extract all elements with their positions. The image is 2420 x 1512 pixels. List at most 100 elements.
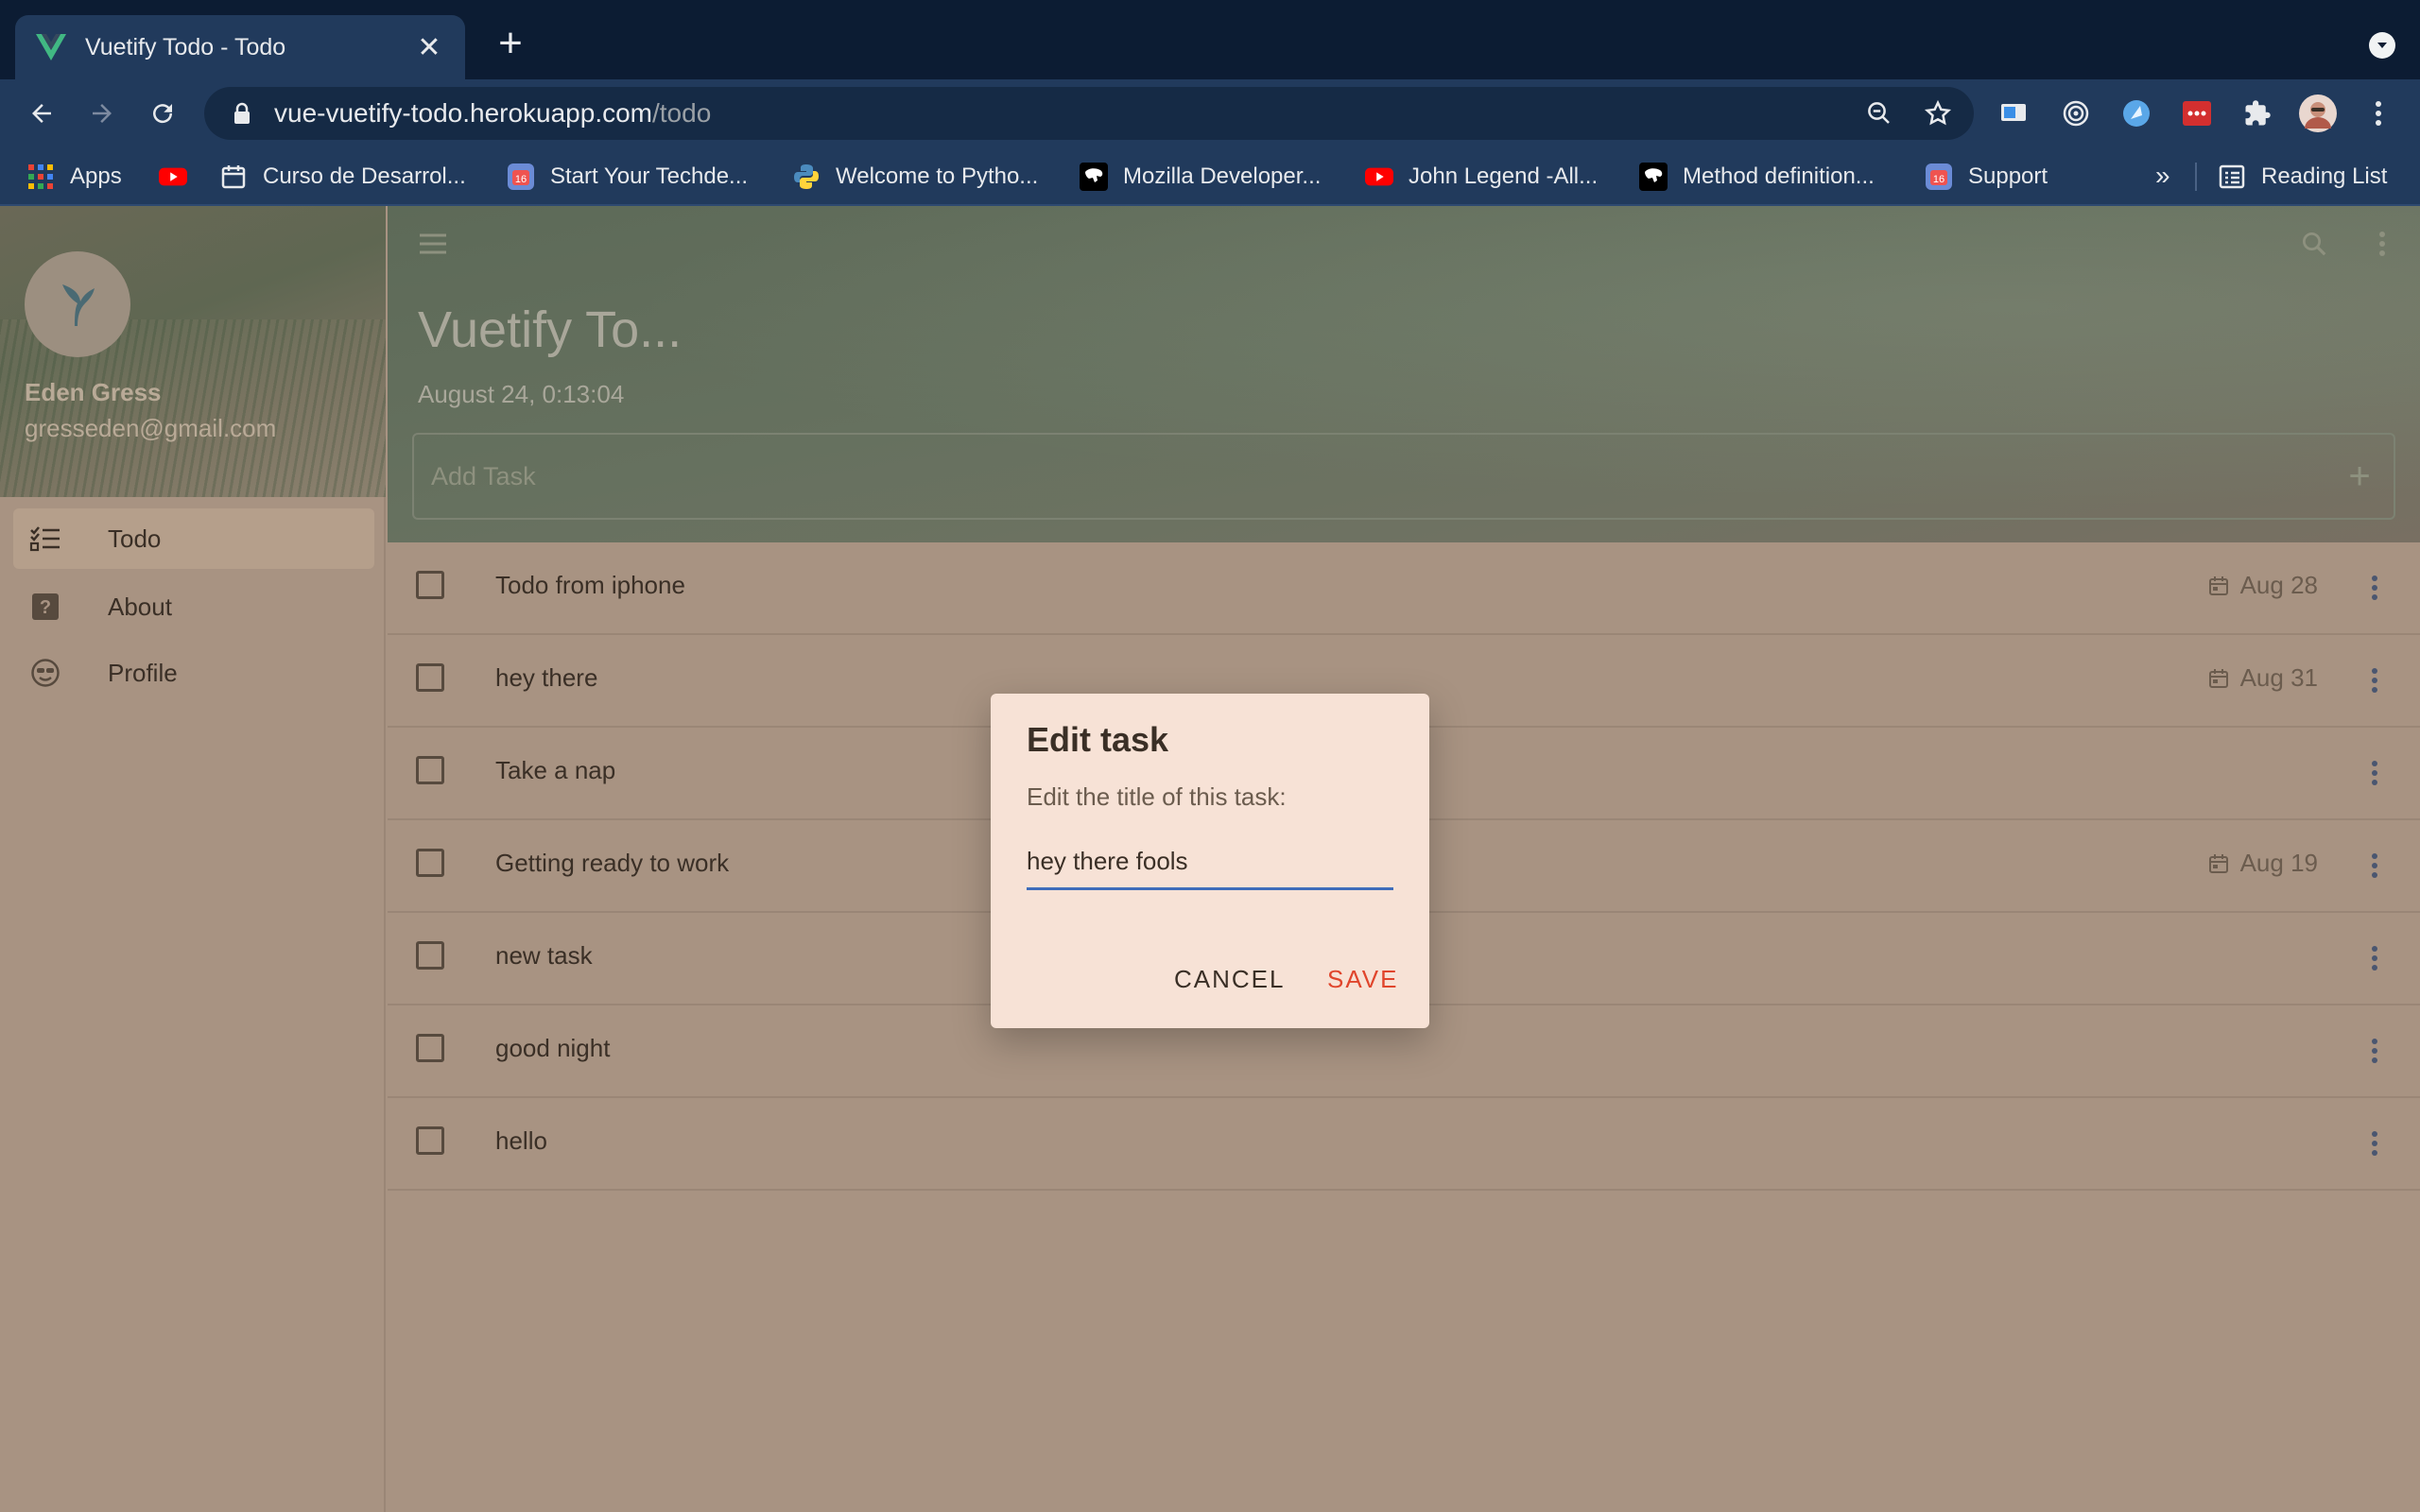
task-checkbox[interactable] [416,1034,444,1062]
address-bar[interactable]: vue-vuetify-todo.herokuapp.com/todo [204,87,1974,140]
task-checkbox[interactable] [416,571,444,599]
nav-label: Profile [108,658,178,687]
task-due-text: Aug 19 [2239,849,2318,877]
menu-icon[interactable] [414,225,452,263]
bookmark-youtube[interactable] [159,157,187,197]
new-tab-button[interactable]: + [488,23,533,68]
avatar [25,251,130,357]
task-checkbox[interactable] [416,941,444,970]
add-task-field[interactable]: + [412,433,2395,520]
task-menu-icon[interactable] [2356,847,2394,885]
task-checkbox[interactable] [416,849,444,877]
task-row[interactable]: hello [388,1098,2420,1191]
calendar-icon [2206,574,2231,598]
svg-text:16: 16 [1933,174,1945,185]
task-menu-icon[interactable] [2356,662,2394,699]
task-menu-icon[interactable] [2356,754,2394,792]
task-title-input[interactable] [1027,837,1393,885]
nav-label: Todo [108,524,162,553]
bookmark-apps[interactable]: Apps [26,157,122,197]
bookmark-john-legend[interactable]: John Legend -All... [1365,157,1598,197]
bookmark-support[interactable]: 16 Support [1925,157,2048,197]
bookmark-label: Welcome to Pytho... [836,163,1039,189]
browser-toolbar: vue-vuetify-todo.herokuapp.com/todo [0,79,2420,147]
bird-icon [62,284,95,326]
task-title: Take a nap [495,756,616,784]
bookmark-techdegree[interactable]: 16 Start Your Techde... [507,157,748,197]
cancel-button[interactable]: CANCEL [1163,960,1296,998]
reading-list-label: Reading List [2261,163,2388,189]
user-name: Eden Gress [25,378,162,406]
bookmark-method-definition[interactable]: Method definition... [1639,157,1875,197]
tab-search-icon[interactable] [2369,32,2395,59]
more-vertical-icon[interactable] [2363,225,2401,263]
nav-item-todo[interactable]: Todo [13,508,374,569]
close-tab-icon[interactable]: ✕ [412,31,446,64]
format-list-checks-icon [26,520,64,558]
reload-icon[interactable] [140,91,185,136]
task-title: hello [495,1126,547,1155]
task-menu-icon[interactable] [2356,939,2394,977]
password-extension-icon[interactable] [2174,91,2220,136]
back-arrow-icon[interactable] [19,91,64,136]
url-text[interactable]: vue-vuetify-todo.herokuapp.com/todo [274,98,711,129]
task-title: Todo from iphone [495,571,685,599]
calendar-icon [2206,851,2231,876]
nav-item-about[interactable]: ? About [13,576,374,637]
youtube-icon [1365,163,1393,191]
nav-item-profile[interactable]: Profile [13,643,374,703]
lock-icon[interactable] [229,100,255,127]
task-menu-icon[interactable] [2356,1125,2394,1162]
task-due-text: Aug 31 [2239,663,2318,692]
dialog-subtitle: Edit the title of this task: [1027,782,1287,811]
nav-label: About [108,592,172,621]
dialog-title: Edit task [1027,720,1169,759]
task-checkbox[interactable] [416,1126,444,1155]
save-button[interactable]: SAVE [1316,960,1409,998]
reading-list-button[interactable]: Reading List [2218,157,2387,197]
extensions-puzzle-icon[interactable] [2235,91,2280,136]
tab-title: Vuetify Todo - Todo [85,33,286,60]
browser-menu-icon[interactable] [2356,91,2401,136]
bookmarks-bar: Apps Curso de Desarrol... 16 Start Your … [0,147,2420,206]
bookmark-mdn[interactable]: Mozilla Developer... [1080,157,1321,197]
task-menu-icon[interactable] [2356,1032,2394,1070]
apps-grid-icon [26,163,55,191]
profile-avatar-icon[interactable] [2295,91,2341,136]
todo-app: Eden Gress gresseden@gmail.com Todo ? Ab… [0,206,2420,1512]
drawer-header: Eden Gress gresseden@gmail.com [0,206,386,497]
svg-text:?: ? [40,597,51,618]
bookmark-label: Start Your Techde... [550,163,749,189]
zoom-out-icon[interactable] [1857,91,1902,136]
task-checkbox[interactable] [416,756,444,784]
url-host: vue-vuetify-todo.herokuapp.com [274,98,652,128]
navigation-drawer: Eden Gress gresseden@gmail.com Todo ? Ab… [0,206,386,1512]
task-menu-icon[interactable] [2356,569,2394,607]
add-task-input[interactable] [431,461,2303,491]
more-bookmarks-button[interactable]: » [2155,161,2170,191]
hashnode-icon: 16 [507,163,535,191]
browser-tab[interactable]: Vuetify Todo - Todo ✕ [15,15,465,79]
task-due-date: Aug 19 [2206,849,2318,878]
bookmark-label: Mozilla Developer... [1123,163,1322,189]
task-row[interactable]: Todo from iphone Aug 28 [388,542,2420,635]
bookmark-label: Apps [70,163,122,189]
live-date: August 24, 0:13:04 [418,380,625,408]
bookmark-label: Support [1968,163,2048,189]
python-icon [792,163,821,191]
bookmark-curso[interactable]: Curso de Desarrol... [219,157,466,197]
bookmark-star-icon[interactable] [1915,91,1961,136]
task-title-field[interactable] [1027,837,1393,890]
bookmark-label: Curso de Desarrol... [263,163,466,189]
mdn-icon [1639,163,1668,191]
hashnode-icon: 16 [1925,163,1953,191]
search-icon[interactable] [2295,225,2333,263]
forward-arrow-icon[interactable] [79,91,125,136]
screen-extension-icon[interactable] [1991,91,2036,136]
target-extension-icon[interactable] [2053,91,2099,136]
bookmark-python[interactable]: Welcome to Pytho... [792,157,1038,197]
task-due-date: Aug 31 [2206,663,2318,693]
add-icon[interactable]: + [2341,457,2378,495]
task-checkbox[interactable] [416,663,444,692]
kite-extension-icon[interactable] [2114,91,2159,136]
